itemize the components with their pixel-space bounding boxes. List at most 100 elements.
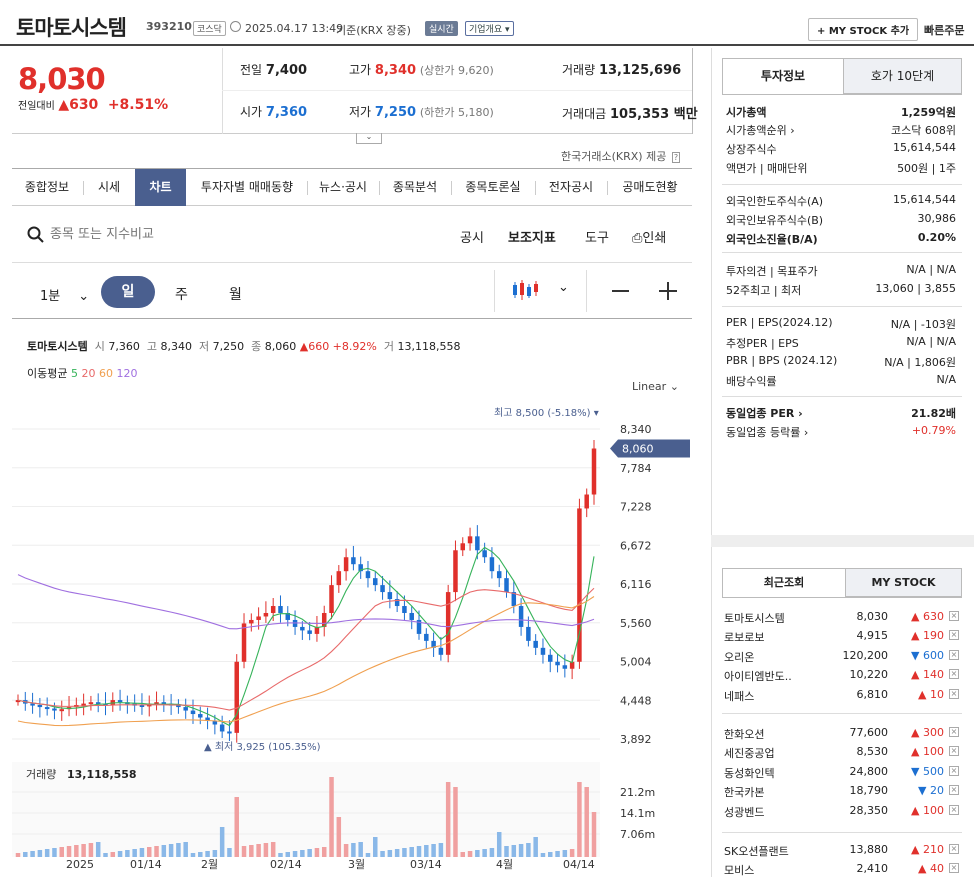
recent-item-name[interactable]: 로보로보 <box>724 629 764 645</box>
volume-bar <box>59 847 64 857</box>
remove-icon[interactable]: × <box>949 689 959 699</box>
invest-info-table: 시가총액 1,259억원 시가총액순위 › 코스닥 608위 상장주식수 15,614,5… <box>722 100 962 450</box>
scale-select[interactable]: Linear ⌄ <box>632 380 679 393</box>
print-button[interactable]: ⎙인쇄 <box>632 227 666 246</box>
recent-item-name[interactable]: 네패스 <box>724 688 754 704</box>
recent-item[interactable]: 한화오션 77,600 ▲ 300 × <box>722 724 962 743</box>
tools-button[interactable]: 도구 <box>585 227 609 246</box>
recent-item-name[interactable]: 아이티엠반도.. <box>724 668 792 684</box>
volume-bar <box>103 853 108 857</box>
remove-icon[interactable]: × <box>949 669 959 679</box>
period-month-button[interactable]: 월 <box>229 284 242 304</box>
price-chart[interactable]: 8,340 7,784 7,228 6,672 6,116 5,560 5,004 4,448… <box>12 400 692 760</box>
tab-news[interactable]: 뉴스·공시 <box>308 169 378 206</box>
recent-item-change: ▼ 500 <box>911 765 944 778</box>
recent-item[interactable]: 한국카본 18,790 ▼ 20 × <box>722 782 962 801</box>
volume-bar <box>307 849 312 857</box>
recent-item[interactable]: SK오션플랜트 13,880 ▲ 210 × <box>722 841 962 860</box>
remove-icon[interactable]: × <box>949 650 959 660</box>
tab-mystock[interactable]: MY STOCK <box>845 569 961 597</box>
tab-disclosure[interactable]: 전자공시 <box>536 169 606 206</box>
recent-item[interactable]: 동성화인텍 24,800 ▼ 500 × <box>722 763 962 782</box>
candle-body <box>234 661 239 733</box>
recent-item-name[interactable]: 성광벤드 <box>724 804 764 820</box>
tab-analysis[interactable]: 종목분석 <box>380 169 450 206</box>
period-day-button[interactable]: 일 <box>101 276 155 308</box>
recent-item[interactable]: 성광벤드 28,350 ▲ 100 × <box>722 802 962 821</box>
expand-chevron-icon[interactable]: ⌄ <box>356 133 382 144</box>
company-overview-button[interactable]: 기업개요 ▾ <box>465 21 514 36</box>
candle-body <box>117 700 123 703</box>
volume-bar <box>88 843 94 857</box>
recent-item-name[interactable]: 오리온 <box>724 649 754 665</box>
invest-row-label: PBR | BPS (2024.12) <box>726 354 838 367</box>
tab-quotes[interactable]: 시세 <box>84 169 134 206</box>
tab-overview[interactable]: 종합정보 <box>12 169 82 206</box>
price-tick-label: 3,892 <box>620 733 652 746</box>
recent-item-name[interactable]: 토마토시스템 <box>724 610 785 626</box>
period-minute-select[interactable]: 1분 ⌄ <box>40 285 89 304</box>
period-week-button[interactable]: 주 <box>175 284 188 304</box>
recent-item-name[interactable]: 모비스 <box>724 862 754 878</box>
indicator-button[interactable]: 보조지표 <box>508 227 556 246</box>
tab-recent[interactable]: 최근조회 <box>723 569 845 597</box>
open-price: 시가 7,360 <box>240 105 308 120</box>
price-tick-label: 6,116 <box>620 578 652 591</box>
recent-list: 토마토시스템 8,030 ▲ 630 × 로보로보 4,915 ▲ 190 × 오리온 120,2… <box>722 606 962 877</box>
remove-icon[interactable]: × <box>949 863 959 873</box>
remove-icon[interactable]: × <box>949 630 959 640</box>
tab-chart[interactable]: 차트 <box>135 169 186 206</box>
volume-bar <box>402 848 407 857</box>
volume-bar <box>526 843 531 857</box>
tab-invest-info[interactable]: 투자정보 <box>723 59 843 94</box>
search-icon[interactable] <box>27 226 45 244</box>
remove-icon[interactable]: × <box>949 844 959 854</box>
remove-icon[interactable]: × <box>949 746 959 756</box>
remove-icon[interactable]: × <box>949 766 959 776</box>
recent-item[interactable]: 토마토시스템 8,030 ▲ 630 × <box>722 608 962 627</box>
invest-row-label: 배당수익률 <box>726 375 777 388</box>
realtime-badge: 실시간 <box>425 21 458 36</box>
recent-item[interactable]: 세진중공업 8,530 ▲ 100 × <box>722 743 962 762</box>
recent-item[interactable]: 오리온 120,200 ▼ 600 × <box>722 647 962 666</box>
change-label: 전일대비 <box>18 101 55 112</box>
zoom-out-icon[interactable] <box>612 290 629 292</box>
recent-item-name[interactable]: 한국카본 <box>724 784 764 800</box>
volume-bar <box>190 853 196 857</box>
recent-item-name[interactable]: 한화오션 <box>724 726 764 742</box>
recent-item-name[interactable]: SK오션플랜트 <box>724 843 789 859</box>
recent-item[interactable]: 모비스 2,410 ▲ 40 × <box>722 860 962 879</box>
volume-bar <box>256 844 261 857</box>
tab-investor[interactable]: 투자자별 매매동향 <box>188 169 306 206</box>
stock-code: 393210 <box>146 20 192 33</box>
tab-short-selling[interactable]: 공매도현황 <box>608 169 692 206</box>
recent-item[interactable]: 로보로보 4,915 ▲ 190 × <box>722 627 962 646</box>
recent-item-name[interactable]: 세진중공업 <box>724 745 775 761</box>
recent-item-name[interactable]: 동성화인텍 <box>724 765 775 781</box>
remove-icon[interactable]: × <box>949 785 959 795</box>
recent-item[interactable]: 아이티엠반도.. 10,220 ▲ 140 × <box>722 666 962 685</box>
volume-bar <box>416 846 422 857</box>
candle-body <box>562 665 568 669</box>
tab-order-book[interactable]: 호가 10단계 <box>843 59 961 94</box>
invest-row-value: N/A | 1,806원 <box>884 356 956 369</box>
price-tick-label: 7,784 <box>620 462 652 475</box>
divider <box>711 535 974 547</box>
compare-search-input[interactable] <box>50 224 250 244</box>
chevron-down-icon: ⌄ <box>669 380 679 393</box>
volume-bar <box>453 787 458 857</box>
volume-bar <box>424 845 429 857</box>
recent-item[interactable]: 네패스 6,810 ▲ 10 × <box>722 686 962 705</box>
notice-button[interactable]: 공시 <box>460 227 484 246</box>
price-tick-label: 7,228 <box>620 501 652 514</box>
remove-icon[interactable]: × <box>949 805 959 815</box>
candle-type-icon[interactable] <box>512 279 538 301</box>
remove-icon[interactable]: × <box>949 727 959 737</box>
chevron-down-icon[interactable]: ⌄ <box>558 280 569 295</box>
quick-order-link[interactable]: 빠른주문 <box>924 22 964 38</box>
volume-bar <box>343 844 349 857</box>
add-mystock-button[interactable]: + MY STOCK 추가 <box>808 18 919 41</box>
remove-icon[interactable]: × <box>949 611 959 621</box>
volume-chart[interactable]: 거래량 13,118,558 21.2m 14.1m 7.06m 2025 01/14 2월… <box>12 762 692 877</box>
tab-discussion[interactable]: 종목토론실 <box>452 169 534 206</box>
